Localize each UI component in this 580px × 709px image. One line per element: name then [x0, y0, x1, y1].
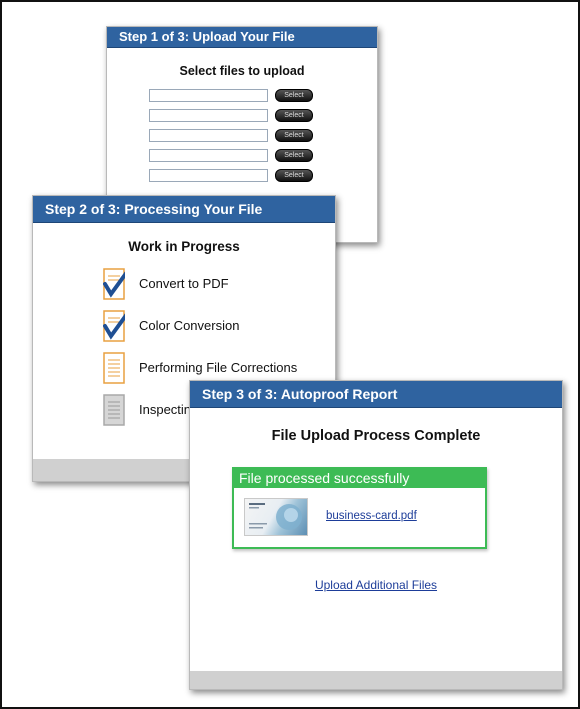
select-file-button[interactable]: Select [275, 169, 313, 182]
select-file-button[interactable]: Select [275, 109, 313, 122]
business-card-preview-icon [249, 503, 302, 530]
document-icon [103, 352, 125, 384]
business-card-thumbnail [244, 498, 308, 536]
select-file-button[interactable]: Select [275, 129, 313, 142]
upload-additional-files-link: Upload Additional Files [190, 578, 562, 592]
step3-report-panel: Step 3 of 3: Autoproof Report File Uploa… [189, 380, 563, 690]
file-path-input[interactable] [149, 109, 268, 122]
upload-additional-files-label[interactable]: Upload Additional Files [315, 578, 437, 592]
file-path-input[interactable] [149, 169, 268, 182]
task-label: Convert to PDF [139, 276, 229, 291]
step2-header: Step 2 of 3: Processing Your File [33, 196, 335, 223]
step3-header: Step 3 of 3: Autoproof Report [190, 381, 562, 408]
task-label: Performing File Corrections [139, 360, 298, 375]
gray-document-icon [103, 394, 125, 426]
select-file-button[interactable]: Select [275, 89, 313, 102]
file-path-input[interactable] [149, 89, 268, 102]
select-file-button[interactable]: Select [275, 149, 313, 162]
processed-file-link[interactable]: business-card.pdf [326, 510, 417, 522]
step3-footer [190, 671, 562, 689]
checked-document-icon [103, 268, 125, 300]
step1-title: Select files to upload [179, 64, 305, 78]
file-path-input[interactable] [149, 149, 268, 162]
success-panel: File processed successfully business-car… [232, 467, 487, 549]
checked-document-icon [103, 310, 125, 342]
illustration-frame: Step 1 of 3: Upload Your File Select fil… [0, 0, 580, 709]
task-label: Color Conversion [139, 318, 240, 333]
step3-title: File Upload Process Complete [271, 428, 481, 444]
file-path-input[interactable] [149, 129, 268, 142]
success-message: File processed successfully [234, 469, 485, 488]
step1-header: Step 1 of 3: Upload Your File [107, 27, 377, 48]
step2-title: Work in Progress [128, 239, 240, 254]
